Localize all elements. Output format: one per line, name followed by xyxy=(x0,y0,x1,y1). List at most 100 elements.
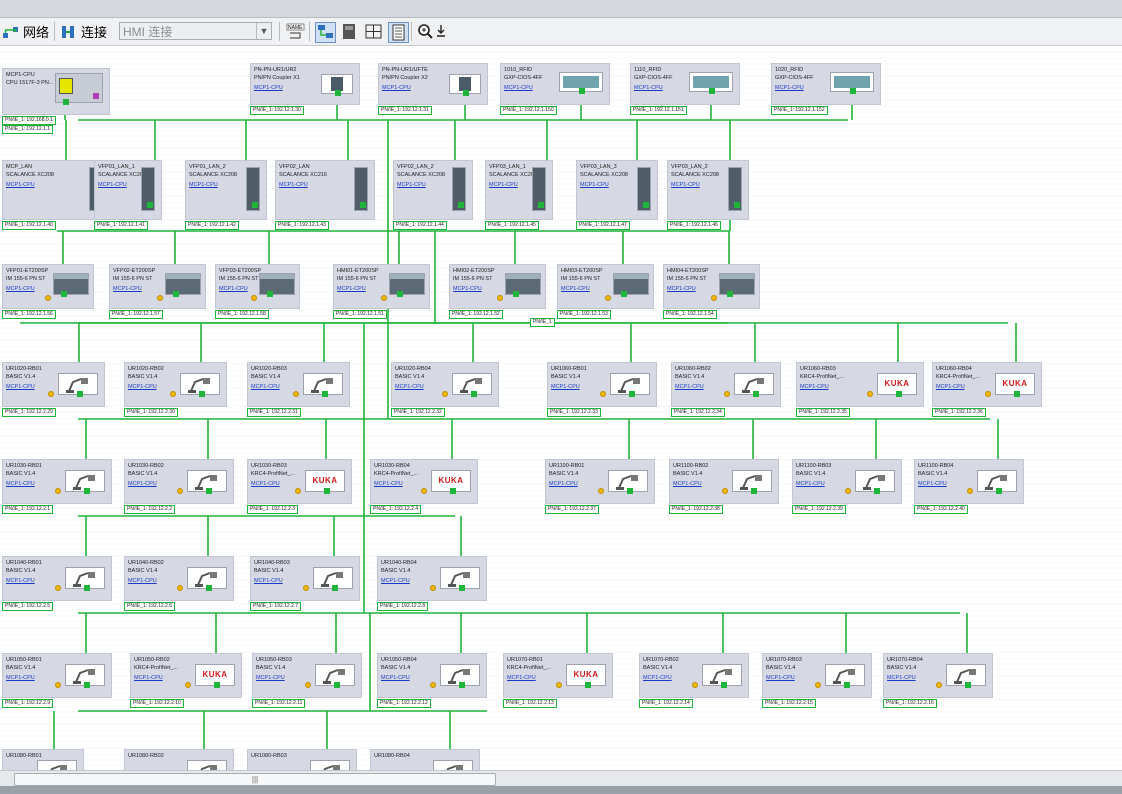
assigned-controller-link[interactable]: MCP1-CPU xyxy=(397,182,426,188)
assigned-controller-link[interactable]: MCP1-CPU xyxy=(337,286,366,292)
profinet-port[interactable] xyxy=(458,202,464,208)
profinet-port[interactable] xyxy=(84,585,90,591)
profinet-port[interactable] xyxy=(334,682,340,688)
ip-address-label[interactable]: PN/IE_1: 192.12.1.1 xyxy=(2,125,54,134)
device-ur1040-rb02[interactable]: UR1040-RB02 BASIC V1.4 MCP1-CPU xyxy=(124,556,234,601)
ip-address-label[interactable]: PN/IE_1: 192.12.2.37 xyxy=(545,505,599,514)
device-ur1070-rb02[interactable]: UR1070-RB02 BASIC V1.4 MCP1-CPU xyxy=(639,653,749,698)
assigned-controller-link[interactable]: MCP1-CPU xyxy=(6,481,35,487)
ip-address-label[interactable]: PN/IE_1: 192.12.2.36 xyxy=(932,408,986,417)
ip-address-label[interactable]: PN/IE_1: 192.12.2.29 xyxy=(2,408,56,417)
ip-address-label[interactable]: PN/IE_1: 192.12.2.33 xyxy=(547,408,601,417)
device-hmi01-et200sp[interactable]: HMI01-ET200SP IM 155-6 PN ST MCP1-CPU xyxy=(333,264,430,309)
profinet-port[interactable] xyxy=(1014,391,1020,397)
profinet-port[interactable] xyxy=(965,682,971,688)
device-ur1100-rb04[interactable]: UR1100-RB04 BASIC V1.4 MCP1-CPU xyxy=(914,459,1024,504)
subnet-name-label[interactable]: PN/IE_1 xyxy=(530,318,555,327)
assigned-controller-link[interactable]: MCP1-CPU xyxy=(382,85,411,91)
profinet-port[interactable] xyxy=(199,391,205,397)
ip-address-label[interactable]: PN/IE_1: 192.12.1.31 xyxy=(378,106,432,115)
profinet-port[interactable] xyxy=(267,291,273,297)
device-ur1070-rb03[interactable]: UR1070-RB03 BASIC V1.4 MCP1-CPU xyxy=(762,653,872,698)
device-pn-pn-ur1-ur2[interactable]: PN-PN-UR1/UR2 PN/PN Coupler X1 MCP1-CPU xyxy=(250,63,360,105)
profinet-port[interactable] xyxy=(147,202,153,208)
device-1020-rfid[interactable]: 1020_RFID GXP-CIOS-4FF MCP1-CPU xyxy=(771,63,881,105)
profinet-port[interactable] xyxy=(513,291,519,297)
profinet-port[interactable] xyxy=(727,291,733,297)
assigned-controller-link[interactable]: MCP1-CPU xyxy=(128,578,157,584)
assigned-controller-link[interactable]: MCP1-CPU xyxy=(504,85,533,91)
profinet-port[interactable] xyxy=(996,488,1002,494)
device-1010-rfid[interactable]: 1010_RFID GXP-CIOS-4FF MCP1-CPU xyxy=(500,63,610,105)
network-canvas[interactable]: MCP1-CPU CPU 1517F-3 PN... PN/IE_1: 192.16… xyxy=(0,46,1122,770)
device-vfp02-lan[interactable]: VFP02_LAN SCALANCE XC216 MCP1-CPU xyxy=(275,160,375,220)
device-1110-rfid[interactable]: 1110_RFID GXP-CIOS-4FF MCP1-CPU xyxy=(630,63,740,105)
device-ur1050-rb02[interactable]: UR1050-RB02 KRC4-ProfiNet_... MCP1-CPU KUKA xyxy=(130,653,242,698)
assigned-controller-link[interactable]: MCP1-CPU xyxy=(673,481,702,487)
ip-address-label[interactable]: PN/IE_1: 192.12.2.5 xyxy=(2,602,54,611)
show-names-icon[interactable]: NAME xyxy=(286,22,305,41)
connection-type-select[interactable]: HMI 连接 ▼ xyxy=(119,22,272,40)
ip-address-label[interactable]: PN/IE_1: 192.12.2.14 xyxy=(639,699,693,708)
profinet-port[interactable] xyxy=(84,682,90,688)
ip-address-label[interactable]: PN/IE_1: 192.12.1.44 xyxy=(393,221,447,230)
ip-address-label[interactable]: PN/IE_1: 192.12.2.16 xyxy=(883,699,937,708)
ip-address-label[interactable]: PN/IE_1: 192.12.2.8 xyxy=(377,602,429,611)
device-hmi03-et200sp[interactable]: HMI03-ET200SP IM 155-6 PN ST MCP1-CPU xyxy=(557,264,654,309)
overview-icon[interactable] xyxy=(388,22,409,43)
assigned-controller-link[interactable]: MCP1-CPU xyxy=(667,286,696,292)
profinet-port[interactable] xyxy=(459,682,465,688)
ip-address-label[interactable]: PN/IE_1: 192.12.1.57 xyxy=(109,310,163,319)
assigned-controller-link[interactable]: MCP1-CPU xyxy=(395,384,424,390)
ip-address-label[interactable]: PN/IE_1: 192.12.1.42 xyxy=(185,221,239,230)
ip-address-label[interactable]: PN/IE_1: 192.12.2.1 xyxy=(2,505,54,514)
assigned-controller-link[interactable]: MCP1-CPU xyxy=(219,286,248,292)
profinet-port[interactable] xyxy=(459,585,465,591)
profinet-port[interactable] xyxy=(621,291,627,297)
ip-address-label[interactable]: PN/IE_1: 192.12.1.47 xyxy=(576,221,630,230)
device-ur1040-rb04[interactable]: UR1040-RB04 BASIC V1.4 MCP1-CPU xyxy=(377,556,487,601)
device-vfp03-et200sp[interactable]: VFP03-ET200SP IM 155-6 PN ST MCP1-CPU xyxy=(215,264,300,309)
ip-address-label[interactable]: PN/IE_1: 192.12.1.46 xyxy=(667,221,721,230)
profinet-port[interactable] xyxy=(206,585,212,591)
profinet-port[interactable] xyxy=(206,488,212,494)
profinet-port[interactable] xyxy=(324,488,330,494)
device-mcp1-cpu[interactable]: MCP1-CPU CPU 1517F-3 PN... xyxy=(2,68,110,115)
profinet-port[interactable] xyxy=(585,682,591,688)
profinet-port[interactable] xyxy=(214,682,220,688)
device-ur1060-rb03[interactable]: UR1060-RB03 KRC4-ProfiNet_... MCP1-CPU KUKA xyxy=(796,362,924,407)
grid-icon[interactable] xyxy=(364,22,383,41)
profinet-port[interactable] xyxy=(61,291,67,297)
ip-address-label[interactable]: PN/IE_1: 192.12.1.58 xyxy=(215,310,269,319)
device-ur1040-rb01[interactable]: UR1040-RB01 BASIC V1.4 MCP1-CPU xyxy=(2,556,112,601)
ip-address-label[interactable]: PN/IE_1: 192.12.2.34 xyxy=(671,408,725,417)
assigned-controller-link[interactable]: MCP1-CPU xyxy=(775,85,804,91)
profinet-port[interactable] xyxy=(77,391,83,397)
device-ur1080-rb01[interactable]: UR1080-RB01 xyxy=(2,749,84,770)
profinet-port[interactable] xyxy=(874,488,880,494)
assigned-controller-link[interactable]: MCP1-CPU xyxy=(936,384,965,390)
assigned-controller-link[interactable]: MCP1-CPU xyxy=(551,384,580,390)
chevron-down-icon[interactable]: ▼ xyxy=(256,23,271,39)
ip-address-label[interactable]: PN/IE_1: 192.12.2.3 xyxy=(247,505,299,514)
assigned-controller-link[interactable]: MCP1-CPU xyxy=(580,182,609,188)
ip-address-label[interactable]: PN/IE_1: 192.12.1.43 xyxy=(275,221,329,230)
assigned-controller-link[interactable]: MCP1-CPU xyxy=(634,85,663,91)
highlight-network-icon[interactable] xyxy=(315,22,336,43)
profinet-port[interactable] xyxy=(896,391,902,397)
assigned-controller-link[interactable]: MCP1-CPU xyxy=(381,578,410,584)
profinet-port[interactable] xyxy=(751,488,757,494)
profinet-port[interactable] xyxy=(721,682,727,688)
ip-address-label[interactable]: PN/IE_1: 192.12.2.40 xyxy=(914,505,968,514)
profinet-port[interactable] xyxy=(322,391,328,397)
ip-address-label[interactable]: PN/IE_1: 192.12.2.35 xyxy=(796,408,850,417)
connections-button[interactable]: 连接 xyxy=(60,21,107,42)
device-ur1050-rb03[interactable]: UR1050-RB03 BASIC V1.4 MCP1-CPU xyxy=(252,653,362,698)
device-ur1060-rb02[interactable]: UR1060-RB02 BASIC V1.4 MCP1-CPU xyxy=(671,362,781,407)
device-vfp01-lan-1[interactable]: VFP01_LAN_1 SCALANCE XC208 MCP1-CPU xyxy=(94,160,162,220)
profinet-port[interactable] xyxy=(450,488,456,494)
assigned-controller-link[interactable]: MCP1-CPU xyxy=(800,384,829,390)
horizontal-scrollbar[interactable]: ||| xyxy=(0,770,1122,787)
download-icon[interactable] xyxy=(433,22,452,41)
assigned-controller-link[interactable]: MCP1-CPU xyxy=(98,182,127,188)
